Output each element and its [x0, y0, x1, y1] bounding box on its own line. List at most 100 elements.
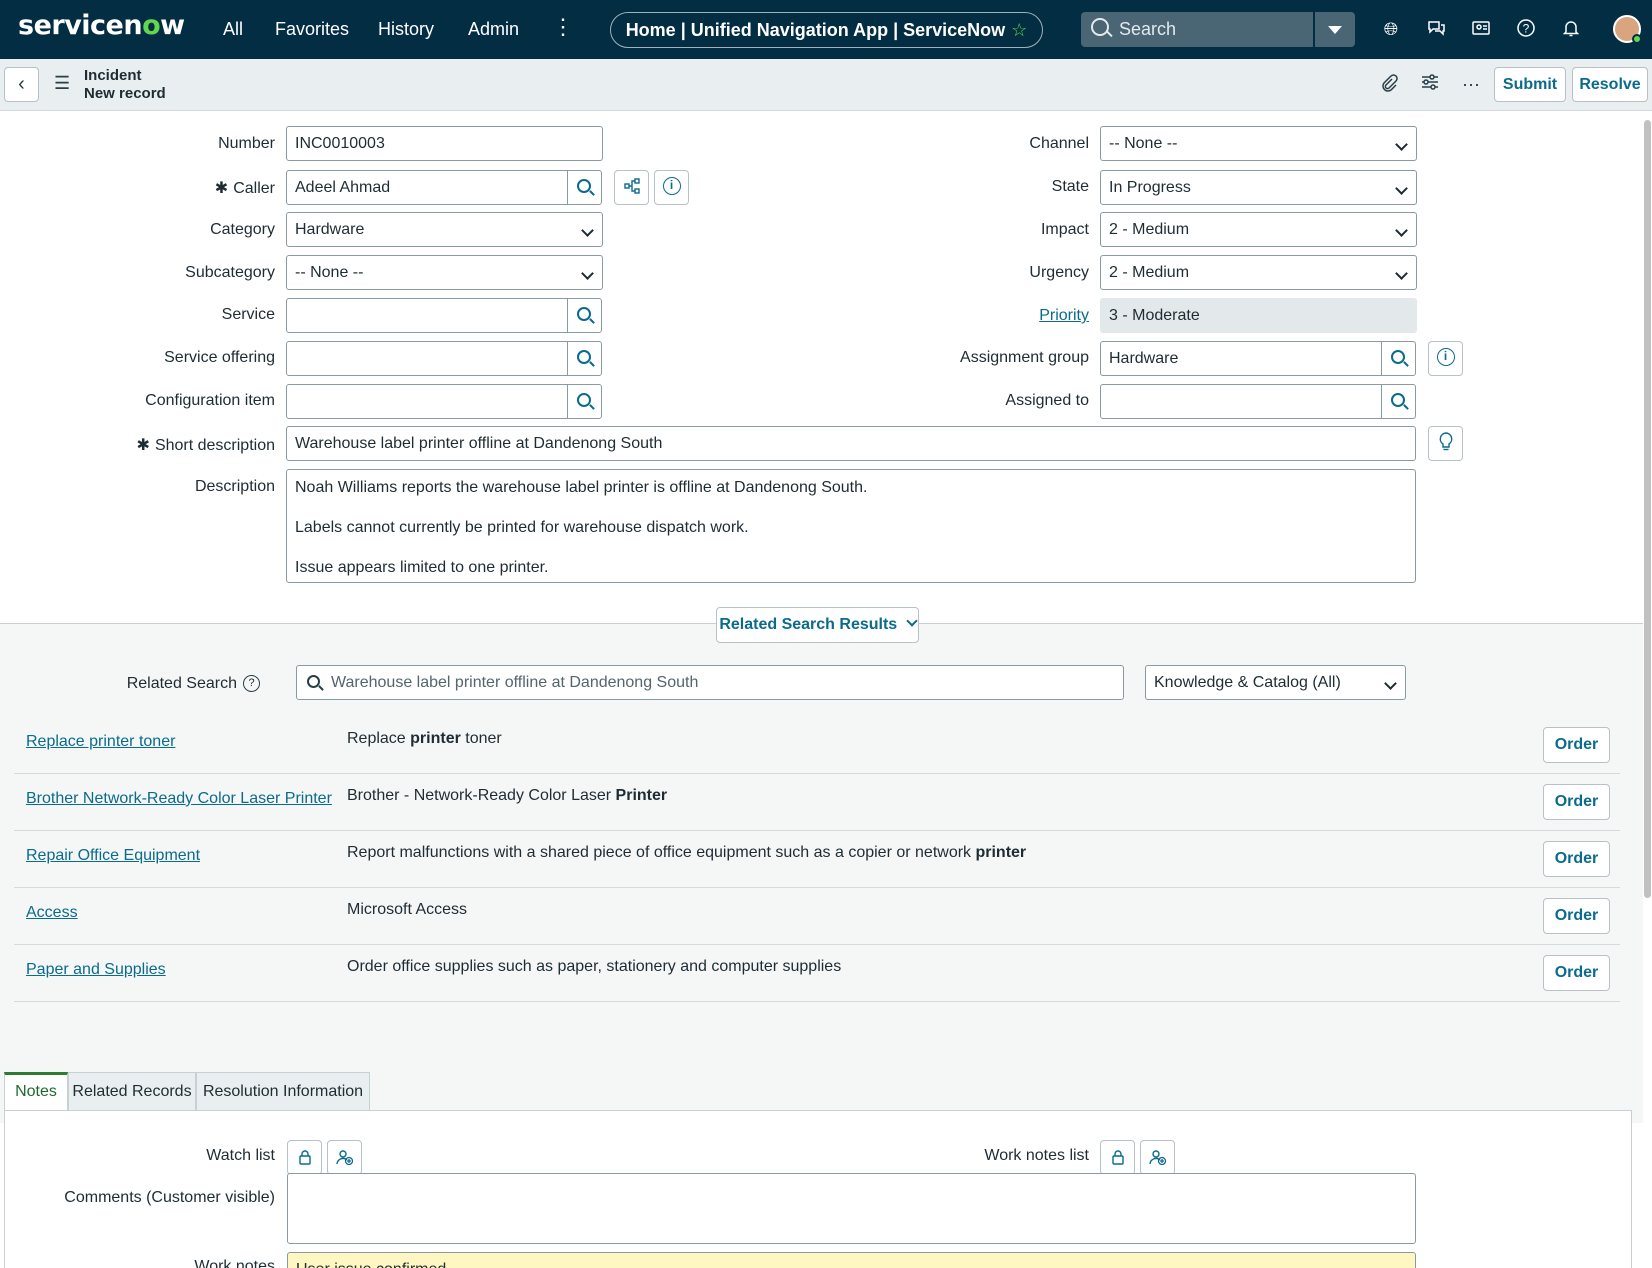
related-search-results-toggle[interactable]: Related Search Results: [716, 607, 919, 643]
servicenow-logo[interactable]: servicenow: [18, 10, 185, 41]
search-placeholder: Search: [1119, 19, 1177, 39]
state-select[interactable]: In Progress: [1100, 170, 1417, 205]
search-icon: [1391, 350, 1405, 364]
nav-admin[interactable]: Admin: [468, 19, 519, 40]
tab-notes[interactable]: Notes: [4, 1072, 68, 1111]
state-label: State: [1051, 178, 1089, 195]
related-search-input[interactable]: Warehouse label printer offline at Dande…: [296, 665, 1124, 700]
submit-button[interactable]: Submit: [1494, 67, 1566, 102]
lock-icon: [298, 1150, 311, 1165]
category-label: Category: [210, 221, 275, 238]
personalize-form-icon[interactable]: [1418, 73, 1442, 97]
result-title-link[interactable]: Paper and Supplies: [26, 961, 166, 979]
required-asterisk-icon: ✱: [136, 437, 150, 454]
nav-favorites[interactable]: Favorites: [275, 19, 349, 40]
short-description-field[interactable]: Warehouse label printer offline at Dande…: [286, 426, 1416, 461]
number-field[interactable]: INC0010003: [286, 126, 603, 161]
channel-select[interactable]: -- None --: [1100, 126, 1417, 161]
result-title-link[interactable]: Brother Network-Ready Color Laser Printe…: [26, 790, 332, 808]
back-button[interactable]: ‹: [4, 67, 39, 102]
notifications-bell-icon[interactable]: [1560, 18, 1582, 40]
result-title-link[interactable]: Replace printer toner: [26, 733, 175, 751]
caller-field[interactable]: Adeel Ahmad: [286, 170, 568, 205]
order-button[interactable]: Order: [1543, 898, 1610, 934]
caller-lookup-button[interactable]: [567, 170, 602, 205]
hierarchy-tree-icon: [623, 178, 640, 194]
comments-textarea[interactable]: [287, 1173, 1416, 1244]
configuration-item-field[interactable]: [286, 384, 568, 419]
search-icon: [1391, 393, 1405, 407]
watch-list-unlock-button[interactable]: [287, 1140, 322, 1175]
description-textarea[interactable]: Noah Williams reports the warehouse labe…: [286, 469, 1416, 583]
more-actions-icon[interactable]: ⋯: [1459, 73, 1483, 97]
order-button[interactable]: Order: [1543, 727, 1610, 763]
context-menu-icon[interactable]: ☰: [54, 73, 70, 94]
work-notes-list-add-me-button[interactable]: [1140, 1140, 1175, 1175]
list-item: Repair Office Equipment Report malfuncti…: [14, 831, 1620, 888]
page-scrollbar-thumb[interactable]: [1644, 120, 1651, 898]
search-icon: [577, 350, 591, 364]
add-user-icon: [335, 1150, 353, 1165]
configuration-item-label: Configuration item: [145, 392, 275, 409]
urgency-label: Urgency: [1029, 264, 1089, 281]
order-button[interactable]: Order: [1543, 841, 1610, 877]
globe-icon[interactable]: 🌐︎: [1380, 18, 1402, 40]
info-icon: i: [662, 177, 681, 196]
top-navigation-bar: servicenow All Favorites History Admin ⋮…: [0, 0, 1652, 59]
work-notes-textarea[interactable]: User issue confirmed: [287, 1252, 1416, 1268]
caller-tree-button[interactable]: [614, 170, 649, 205]
caller-info-button[interactable]: i: [654, 170, 689, 205]
watch-list-add-me-button[interactable]: [327, 1140, 362, 1175]
search-icon: [577, 393, 591, 407]
watch-list-label: Watch list: [206, 1147, 275, 1164]
result-title-link[interactable]: Access: [26, 904, 78, 922]
order-button[interactable]: Order: [1543, 784, 1610, 820]
favorite-star-icon[interactable]: ☆: [1011, 20, 1027, 40]
impact-select[interactable]: 2 - Medium: [1100, 212, 1417, 247]
info-icon: i: [1436, 348, 1455, 367]
impersonate-icon[interactable]: [1470, 18, 1492, 40]
tab-related-records[interactable]: Related Records: [68, 1072, 196, 1111]
form-header-bar: ‹ ☰ Incident New record ⋯ Submit Resolve: [0, 59, 1652, 111]
search-icon: [1091, 18, 1109, 36]
service-lookup-button[interactable]: [567, 298, 602, 333]
result-title-link[interactable]: Repair Office Equipment: [26, 847, 200, 865]
nav-all[interactable]: All: [223, 19, 243, 40]
service-field[interactable]: [286, 298, 568, 333]
urgency-select[interactable]: 2 - Medium: [1100, 255, 1417, 290]
category-select[interactable]: Hardware: [286, 212, 603, 247]
attachment-paperclip-icon[interactable]: [1377, 73, 1401, 97]
description-label: Description: [194, 478, 275, 495]
global-search-input[interactable]: Search: [1081, 12, 1313, 47]
user-avatar[interactable]: [1613, 15, 1642, 44]
help-question-icon[interactable]: ?: [243, 675, 260, 693]
order-button[interactable]: Order: [1543, 955, 1610, 991]
work-notes-list-unlock-button[interactable]: [1100, 1140, 1135, 1175]
related-search-source-select[interactable]: Knowledge & Catalog (All): [1145, 665, 1406, 700]
service-offering-lookup-button[interactable]: [567, 341, 602, 376]
tab-resolution-information[interactable]: Resolution Information: [196, 1072, 370, 1111]
page-title-pill[interactable]: Home | Unified Navigation App | ServiceN…: [610, 12, 1043, 48]
online-status-dot: [1632, 34, 1642, 44]
record-type: Incident: [84, 67, 142, 84]
more-menu-icon[interactable]: ⋮: [552, 14, 574, 40]
assignment-group-field[interactable]: Hardware: [1100, 341, 1382, 376]
work-notes-list-label: Work notes list: [984, 1147, 1089, 1164]
nav-history[interactable]: History: [378, 19, 434, 40]
assigned-to-field[interactable]: [1100, 384, 1382, 419]
configuration-item-lookup-button[interactable]: [567, 384, 602, 419]
priority-link[interactable]: Priority: [1039, 307, 1089, 325]
search-scope-dropdown[interactable]: [1315, 12, 1355, 47]
service-offering-field[interactable]: [286, 341, 568, 376]
suggestion-button[interactable]: [1428, 426, 1463, 461]
list-item: Replace printer toner Replace printer to…: [14, 717, 1620, 774]
list-item: Paper and Supplies Order office supplies…: [14, 945, 1620, 1002]
resolve-button[interactable]: Resolve: [1572, 67, 1648, 102]
assignment-group-info-button[interactable]: i: [1428, 341, 1463, 376]
chat-icon[interactable]: [1425, 18, 1447, 40]
assignment-group-lookup-button[interactable]: [1381, 341, 1416, 376]
subcategory-select[interactable]: -- None --: [286, 255, 603, 290]
required-asterisk-icon: ✱: [214, 180, 229, 197]
help-icon[interactable]: ?: [1515, 18, 1537, 40]
assigned-to-lookup-button[interactable]: [1381, 384, 1416, 419]
